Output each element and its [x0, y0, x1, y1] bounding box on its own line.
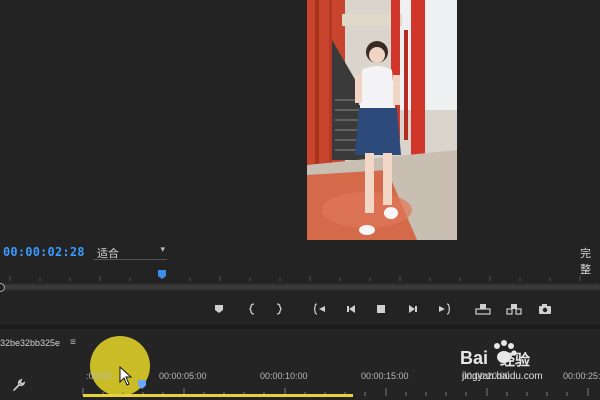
ruler-label: 00:00:10:00 — [260, 371, 308, 381]
monitor-time-ruler[interactable] — [0, 268, 600, 282]
monitor-zoom-scrollbar[interactable] — [4, 285, 600, 289]
wrench-icon[interactable] — [12, 378, 26, 397]
stop-icon — [377, 305, 385, 313]
zoom-level-select[interactable]: 适合 ▾ — [93, 244, 167, 260]
ruler-label: :00:00 — [86, 371, 112, 381]
step-forward-icon — [409, 305, 417, 313]
mark-out-icon — [276, 303, 282, 315]
go-to-in-icon — [314, 303, 325, 315]
go-to-out-icon — [439, 303, 450, 315]
video-frame-image — [307, 0, 457, 240]
camera-icon — [539, 304, 551, 314]
mouse-pointer-icon — [119, 365, 133, 391]
chevron-down-icon: ▾ — [160, 244, 165, 254]
zoom-level-value: 适合 — [97, 248, 119, 260]
ruler-label: 00:00:05:00 — [159, 371, 207, 381]
sequence-tab[interactable]: 32be32bb325e — [0, 338, 60, 348]
watermark-brand: 经验 — [500, 351, 531, 369]
go-to-out-button[interactable] — [432, 298, 454, 320]
playhead-timecode[interactable]: 00:00:02:28 — [3, 245, 85, 259]
go-to-in-button[interactable] — [310, 298, 332, 320]
mark-in-icon — [249, 303, 255, 315]
monitor-playhead[interactable] — [158, 270, 166, 279]
transport-controls — [0, 298, 600, 320]
extract-icon — [506, 304, 522, 315]
svg-text:Bai: Bai — [460, 348, 488, 368]
lift-icon — [475, 304, 491, 315]
lift-button[interactable] — [472, 298, 494, 320]
step-back-icon — [347, 305, 355, 313]
video-preview — [307, 0, 457, 240]
step-forward-button[interactable] — [402, 298, 424, 320]
ruler-label: 00:00:15:00 — [361, 371, 409, 381]
add-marker-button[interactable] — [208, 298, 230, 320]
watermark-url: jingyan.baidu.com — [462, 371, 543, 382]
stop-button[interactable] — [370, 298, 392, 320]
step-back-button[interactable] — [340, 298, 362, 320]
mark-in-button[interactable] — [241, 298, 263, 320]
program-monitor — [0, 0, 600, 242]
hamburger-icon[interactable]: ≡ — [70, 337, 76, 348]
extract-button[interactable] — [503, 298, 525, 320]
mark-out-button[interactable] — [268, 298, 290, 320]
export-frame-button[interactable] — [534, 298, 556, 320]
work-area-bar[interactable] — [83, 394, 353, 397]
marker-icon — [215, 305, 223, 313]
